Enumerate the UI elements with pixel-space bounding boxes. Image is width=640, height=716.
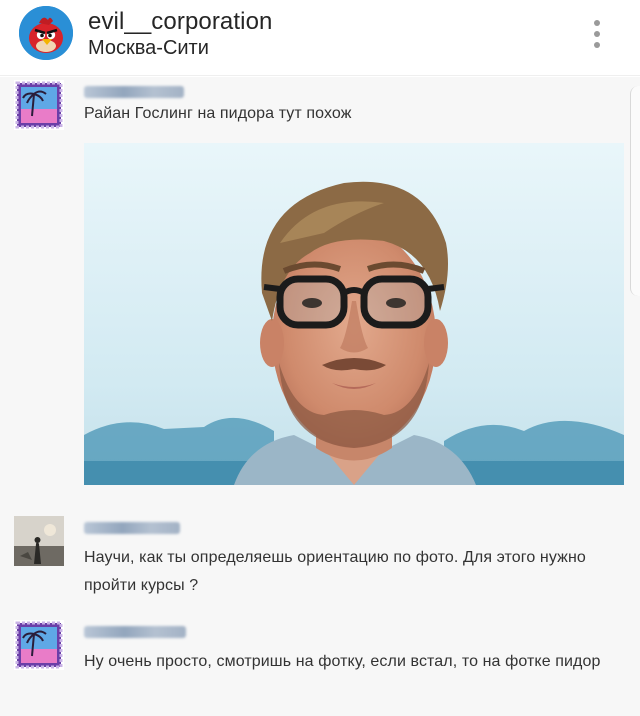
post-location[interactable]: Москва-Сити — [88, 37, 209, 60]
post-username[interactable]: evil__corporation — [88, 8, 272, 36]
palm-stamp-avatar — [14, 80, 64, 130]
palm-stamp-avatar — [14, 620, 64, 670]
comment-text: Научи, как ты определяешь ориентацию по … — [84, 549, 586, 594]
blurred-username — [84, 626, 186, 638]
more-options-icon[interactable] — [590, 16, 604, 52]
post-header: evil__corporation Москва-Сити — [0, 0, 640, 76]
comment-text: Ну очень просто, смотришь на фотку, если… — [84, 653, 601, 670]
angry-bird-icon — [19, 6, 73, 60]
scroll-edge — [630, 86, 640, 296]
comment-photo — [84, 143, 624, 485]
blurred-username — [84, 522, 180, 534]
comment-text: Райан Гослинг на пидора тут похож — [84, 105, 352, 122]
sunset-photo-avatar — [14, 516, 64, 566]
blurred-username — [84, 86, 184, 98]
profile-avatar[interactable] — [19, 6, 73, 60]
